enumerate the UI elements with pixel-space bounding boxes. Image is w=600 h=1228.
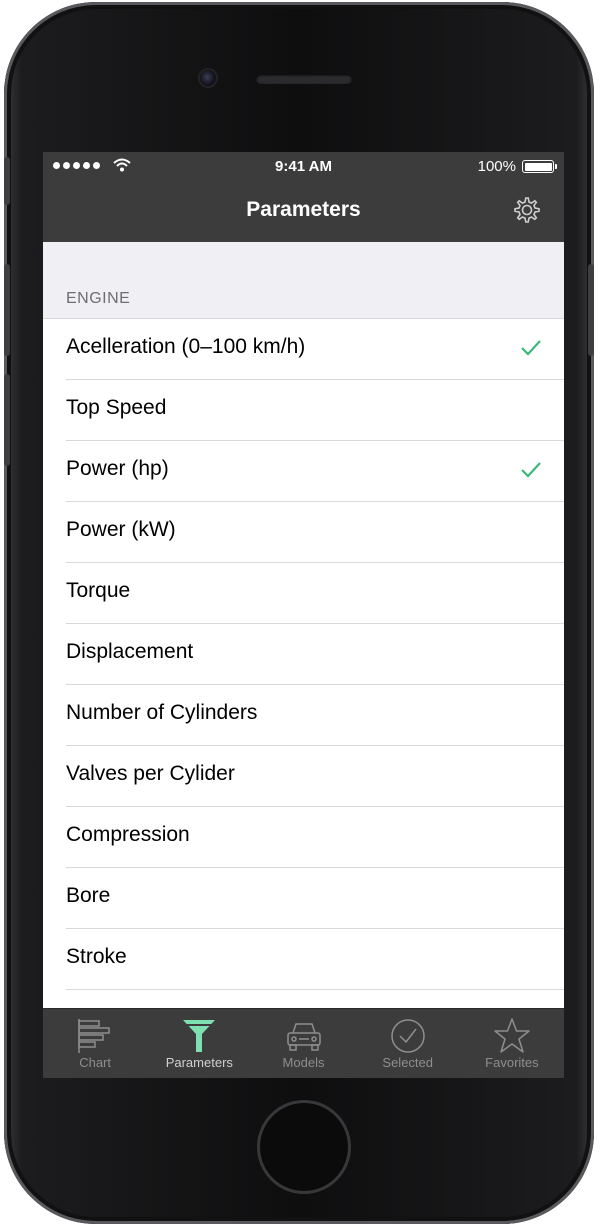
tab-label: Favorites bbox=[485, 1055, 539, 1070]
battery-icon bbox=[522, 160, 557, 173]
parameters-list[interactable]: ENGINE Acelleration (0–100 km/h) Top Spee… bbox=[43, 242, 564, 1008]
bar-chart-icon bbox=[78, 1019, 110, 1053]
list-item-label: Acelleration (0–100 km/h) bbox=[66, 335, 306, 358]
navigation-bar: Parameters bbox=[43, 180, 564, 242]
tab-models[interactable]: Models bbox=[251, 1009, 355, 1078]
tab-parameters[interactable]: Parameters bbox=[147, 1009, 251, 1078]
car-icon bbox=[286, 1023, 321, 1051]
tab-bar: Chart Parameters Models Selected Favorit… bbox=[43, 1008, 564, 1078]
screen: 9:41 AM 100% Parameters ENGINE Acellerat… bbox=[43, 152, 564, 1078]
tab-label: Selected bbox=[382, 1055, 433, 1070]
list-item[interactable]: Bore bbox=[43, 868, 564, 929]
gear-icon[interactable] bbox=[510, 194, 542, 226]
front-camera bbox=[198, 68, 218, 88]
filter-icon bbox=[183, 1020, 216, 1052]
list-item[interactable]: Acelleration (0–100 km/h) bbox=[43, 319, 564, 380]
tab-selected[interactable]: Selected bbox=[356, 1009, 460, 1078]
page-title: Parameters bbox=[246, 198, 361, 221]
tab-label: Parameters bbox=[165, 1055, 233, 1070]
list-item[interactable]: Power (hp) bbox=[43, 441, 564, 502]
list-item[interactable]: Valves per Cylider bbox=[43, 746, 564, 807]
list-item-label: Compression bbox=[66, 823, 190, 846]
power-button bbox=[588, 264, 594, 356]
battery-percent: 100% bbox=[477, 158, 516, 175]
list-item-label: Stroke bbox=[66, 945, 127, 968]
checkmark-icon bbox=[521, 462, 541, 478]
list-item-label: Torque bbox=[66, 579, 131, 602]
list-item[interactable]: Torque bbox=[43, 563, 564, 624]
list-item[interactable]: Top Speed bbox=[43, 380, 564, 441]
tab-favorites[interactable]: Favorites bbox=[460, 1009, 564, 1078]
list-item-label: Power (hp) bbox=[66, 457, 169, 480]
checkmark-icon bbox=[521, 340, 541, 356]
home-button[interactable] bbox=[257, 1100, 351, 1194]
volume-up-button bbox=[4, 264, 10, 356]
list-item-label: Bore bbox=[66, 884, 111, 907]
list-item[interactable]: Power (kW) bbox=[43, 502, 564, 563]
volume-down-button bbox=[4, 374, 10, 466]
list-item-label: Displacement bbox=[66, 640, 194, 663]
list-item[interactable]: Compression bbox=[43, 807, 564, 868]
phone-frame: 9:41 AM 100% Parameters ENGINE Acellerat… bbox=[4, 2, 594, 1224]
list-item[interactable]: Displacement bbox=[43, 624, 564, 685]
list-item-label: Power (kW) bbox=[66, 518, 176, 541]
tab-label: Chart bbox=[79, 1055, 111, 1070]
tab-label: Models bbox=[282, 1055, 325, 1070]
list-item[interactable]: Stroke bbox=[43, 929, 564, 990]
section-title: ENGINE bbox=[66, 290, 131, 307]
list-item-label: Valves per Cylider bbox=[66, 762, 235, 785]
tab-chart[interactable]: Chart bbox=[43, 1009, 147, 1078]
earpiece-speaker bbox=[256, 74, 352, 84]
list-item-label: Top Speed bbox=[66, 396, 167, 419]
section-header: ENGINE bbox=[43, 242, 564, 319]
mute-switch bbox=[4, 157, 10, 205]
list-item-label: Number of Cylinders bbox=[66, 701, 258, 724]
status-bar: 9:41 AM 100% bbox=[43, 152, 564, 180]
star-icon bbox=[494, 1018, 530, 1053]
list-item[interactable]: Number of Cylinders bbox=[43, 685, 564, 746]
checkmark-circle-icon bbox=[390, 1019, 425, 1053]
